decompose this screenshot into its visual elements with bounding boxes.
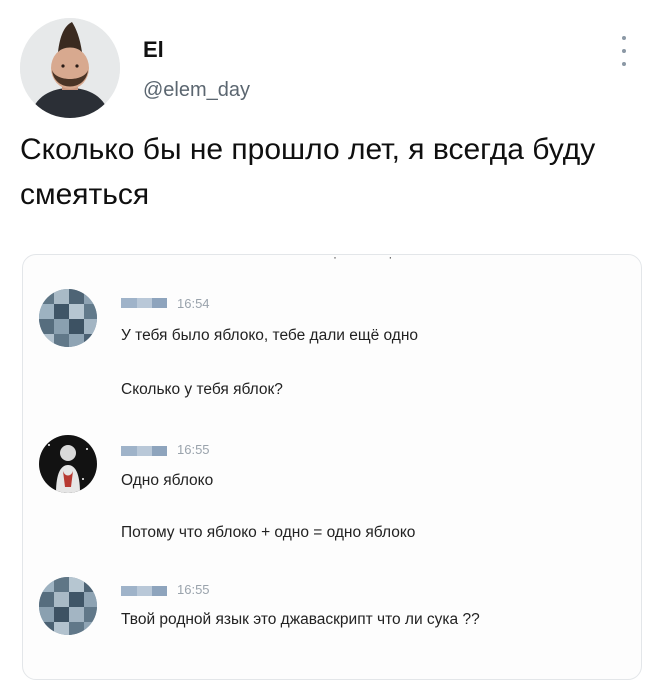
more-dot <box>622 36 626 40</box>
sender-avatar <box>39 577 97 635</box>
more-vertical-icon[interactable] <box>616 36 632 66</box>
author-handle[interactable]: @elem_day <box>143 78 250 102</box>
message-text: Одно яблоко <box>121 472 214 489</box>
message-text: Сколько у тебя яблок? <box>121 381 283 398</box>
sender-name-pixelated <box>121 586 167 596</box>
sender-name-pixelated <box>121 298 167 308</box>
sender-name-pixelated <box>121 446 167 456</box>
author-name[interactable]: El <box>143 38 164 62</box>
tweet-text: Сколько бы не прошло лет, я всегда буду … <box>20 133 596 211</box>
more-dot <box>622 62 626 66</box>
sender-avatar <box>39 435 97 493</box>
message-time: 16:54 <box>177 296 210 311</box>
message-text: Потому что яблоко + одно = одно яблоко <box>121 524 416 541</box>
sender-avatar <box>39 289 97 347</box>
cropped-edge-marks: · · <box>333 254 417 264</box>
message-time: 16:55 <box>177 442 210 457</box>
message-text: У тебя было яблоко, тебе дали ещё одно <box>121 327 419 344</box>
message-time: 16:55 <box>177 582 210 597</box>
attached-image[interactable]: · · 16:54 У тебя было яблоко, тебе дали … <box>22 254 642 680</box>
author-avatar[interactable] <box>20 18 120 118</box>
more-dot <box>622 49 626 53</box>
message-text: Твой родной язык это джаваскрипт что ли … <box>121 611 480 628</box>
